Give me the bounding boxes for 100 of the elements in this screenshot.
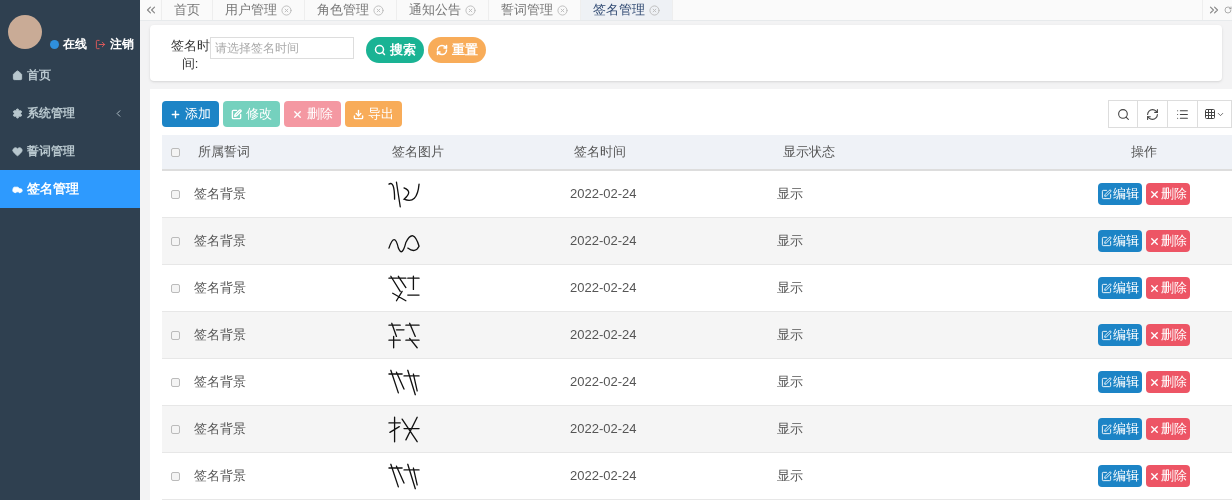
edit-icon [1100,423,1112,435]
logout-link[interactable]: 注销 [110,35,134,53]
table-cell-text: 签名背景 [194,373,247,392]
plus-icon [170,108,181,120]
delete-button[interactable]: 删除 [1145,324,1190,346]
edit-icon [1100,329,1112,341]
table-cell-text: 显示 [776,185,804,204]
delete-button[interactable]: 删除 [1145,183,1190,205]
close-icon [292,108,303,120]
edit-button[interactable]: 编辑 [1097,324,1142,346]
column-header: 显示状态 [782,143,836,162]
home-icon [12,69,23,81]
table-cell-text: 签名背景 [194,232,247,251]
table-cell-text: 2022-02-24 [569,185,638,204]
tab[interactable]: 通知公告 [397,0,489,21]
edit-button[interactable]: 编辑 [1097,277,1142,299]
edit-icon [231,108,242,120]
field-label: 签名时间: [170,37,210,74]
close-icon[interactable] [465,4,476,16]
row-checkbox[interactable] [171,330,180,340]
tab[interactable]: 签名管理 [581,0,673,21]
table-cell-text: 显示 [776,420,804,439]
table-cell-text: 2022-02-24 [569,326,638,345]
edit-button[interactable]: 编辑 [1097,418,1142,440]
online-status: 在线 [63,36,87,53]
edit-button[interactable]: 编辑 [1097,230,1142,252]
row-checkbox[interactable] [171,471,180,481]
edit-icon [1100,188,1112,200]
sidebar-item[interactable]: 签名管理 [0,170,140,208]
table-cell-text: 显示 [776,326,804,345]
tab[interactable]: 角色管理 [305,0,397,21]
column-header: 所属誓词 [197,143,251,162]
logout-icon [95,38,106,50]
table-cell-text: 签名背景 [194,467,247,486]
close-icon [1148,423,1160,435]
column-header: 签名图片 [391,143,445,162]
close-icon[interactable] [557,4,568,16]
search-icon [1116,107,1130,121]
grid-icon [1204,108,1216,120]
tab[interactable]: 首页 [162,0,213,21]
edit-icon [1100,235,1112,247]
date-field[interactable]: 请选择签名时间 [210,37,354,60]
row-checkbox[interactable] [171,424,180,434]
close-icon[interactable] [649,4,660,16]
close-icon [1148,188,1160,200]
row-checkbox[interactable] [171,189,180,199]
search-button[interactable]: 搜索 [366,37,424,64]
search-icon [374,44,386,57]
sidebar-item[interactable]: 系统管理 [0,94,140,132]
search-button[interactable] [1108,100,1138,128]
edit-icon [1100,470,1112,482]
gear-icon [12,107,23,119]
sidebar-item[interactable]: 首页 [0,56,140,94]
edit-button[interactable]: 编辑 [1097,465,1142,487]
heart-icon [12,145,23,157]
edit-icon [1100,282,1112,294]
column-header: 签名时间 [573,143,627,162]
table-cell-text: 2022-02-24 [569,420,638,439]
close-icon [1148,235,1160,247]
close-icon[interactable] [281,4,292,16]
table-cell-text: 2022-02-24 [569,232,638,251]
avatar [8,15,42,49]
delete-button[interactable]: 删除 [1145,371,1190,393]
close-icon [1148,282,1160,294]
table-cell-text: 签名背景 [194,279,247,298]
table-cell-text: 显示 [776,373,804,392]
edit-button[interactable]: 编辑 [1097,183,1142,205]
sidebar-item[interactable]: 誓词管理 [0,132,140,170]
row-checkbox[interactable] [171,236,180,246]
edit-button[interactable]: 编辑 [1097,371,1142,393]
table-cell-text: 显示 [776,279,804,298]
delete-button[interactable]: 删除 [1145,277,1190,299]
column-header: 操作 [1130,143,1157,162]
tab[interactable]: 用户管理 [213,0,305,21]
table-cell-text: 签名背景 [194,420,247,439]
close-icon [1148,376,1160,388]
row-checkbox[interactable] [171,377,180,387]
refresh-button[interactable] [1138,100,1168,128]
add-button[interactable]: 添加 [162,101,219,127]
table-cell-text: 签名背景 [194,326,247,345]
edit-icon [1100,376,1112,388]
list-view-button[interactable] [1168,100,1198,128]
delete-button[interactable]: 删除 [1145,230,1190,252]
download-icon [353,108,364,120]
close-icon [1148,470,1160,482]
refresh-icon [436,44,448,57]
table-cell-text: 2022-02-24 [569,467,638,486]
close-icon [1148,329,1160,341]
row-checkbox[interactable] [171,283,180,293]
delete-button[interactable]: 删除 [1145,465,1190,487]
table-cell-text: 2022-02-24 [569,279,638,298]
columns-button[interactable] [1198,100,1232,128]
header-checkbox[interactable] [171,147,180,157]
refresh-icon[interactable] [1224,4,1232,17]
table-cell-text: 2022-02-24 [569,373,638,392]
close-icon[interactable] [373,4,384,16]
list-icon [1176,107,1189,121]
table-cell-text: 显示 [776,232,804,251]
delete-button[interactable]: 删除 [1145,418,1190,440]
refresh-icon [1146,107,1159,121]
